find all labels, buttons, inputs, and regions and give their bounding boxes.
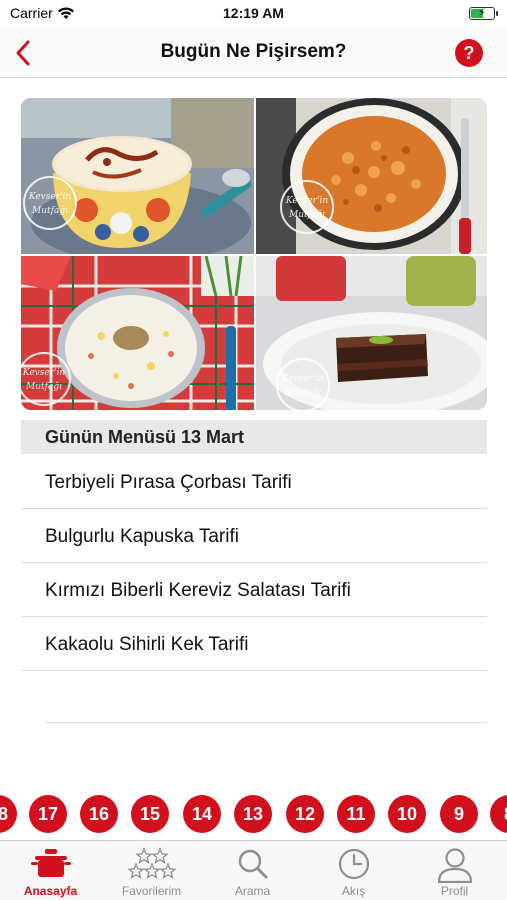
tab-label: Anasayfa [23, 884, 78, 898]
clock: 12:19 AM [223, 5, 284, 21]
tab-label: Akış [341, 884, 366, 898]
tab-profile[interactable]: Profil [404, 841, 505, 900]
salad-photo[interactable]: Kevser'in Mutfağı [21, 256, 254, 410]
tab-favorites[interactable]: Favorilerim [101, 841, 202, 900]
tab-label: Profil [440, 884, 469, 898]
tab-home[interactable]: Anasayfa [0, 841, 101, 900]
day-badge[interactable]: 18 [0, 795, 17, 833]
menu-item[interactable]: Kırmızı Biberli Kereviz Salatası Tarifi [21, 563, 487, 617]
menu-item[interactable]: Terbiyeli Pırasa Çorbası Tarifi [21, 455, 487, 509]
page-title: Bugün Ne Pişirsem? [160, 41, 347, 62]
menu-item-label: Bulgurlu Kapuska Tarifi [45, 526, 239, 547]
day-badge[interactable]: 14 [183, 795, 221, 833]
day-badge[interactable]: 8 [490, 795, 507, 833]
day-badge[interactable]: 12 [286, 795, 324, 833]
bulgur-photo[interactable]: Kevser'in Mutfağı [256, 98, 487, 254]
battery-icon: ⚡ [469, 7, 498, 20]
pot-icon [30, 849, 71, 877]
day-badge[interactable]: 17 [29, 795, 67, 833]
navigation-bar: Bugün Ne Pişirsem? ? [0, 28, 507, 78]
menu-item-label: Kırmızı Biberli Kereviz Salatası Tarifi [45, 580, 351, 601]
soup-photo[interactable]: Kevser'in Mutfağı [21, 98, 254, 254]
person-icon [437, 848, 472, 883]
day-badge[interactable]: 16 [80, 795, 118, 833]
menu-item-label: Kakaolu Sihirli Kek Tarifi [45, 634, 249, 655]
tab-feed[interactable]: Akış [303, 841, 404, 900]
tab-label: Favorilerim [121, 884, 182, 898]
status-bar: Carrier 12:19 AM ⚡ [0, 0, 507, 28]
day-selector: 18 17 16 15 14 13 12 11 10 9 8 [0, 795, 507, 833]
menu-item[interactable]: Bulgurlu Kapuska Tarifi [21, 509, 487, 563]
watermark-logo: Kevser'in Mutfağı [280, 180, 334, 234]
daily-menu-header: Günün Menüsü 13 Mart [21, 420, 487, 454]
daily-menu-title: Günün Menüsü 13 Mart [45, 427, 245, 447]
stars-icon [127, 847, 176, 879]
day-badge[interactable]: 11 [337, 795, 375, 833]
day-badge[interactable]: 9 [440, 795, 478, 833]
menu-item-label: Terbiyeli Pırasa Çorbası Tarifi [45, 472, 292, 493]
day-badge[interactable]: 15 [131, 795, 169, 833]
menu-item[interactable]: Kakaolu Sihirli Kek Tarifi [21, 617, 487, 671]
list-divider [45, 722, 487, 723]
day-badge[interactable]: 13 [234, 795, 272, 833]
search-icon [238, 849, 267, 879]
tab-bar: Anasayfa Favorilerim Arama Akış Profil [0, 840, 507, 900]
watermark-logo: Kevser'in Mutfağı [23, 176, 77, 230]
recipe-photo-grid: Kevser'in Mutfağı Kevser'in Mutfağı Kevs… [21, 98, 487, 410]
tab-label: Arama [234, 884, 271, 898]
watermark-logo: Kevser'in Mutfağı [276, 358, 330, 410]
day-badge[interactable]: 10 [388, 795, 426, 833]
help-button[interactable]: ? [455, 39, 483, 67]
cake-photo[interactable]: Kevser'in Mutfağı [256, 256, 487, 410]
clock-icon [338, 848, 369, 880]
tab-search[interactable]: Arama [202, 841, 303, 900]
